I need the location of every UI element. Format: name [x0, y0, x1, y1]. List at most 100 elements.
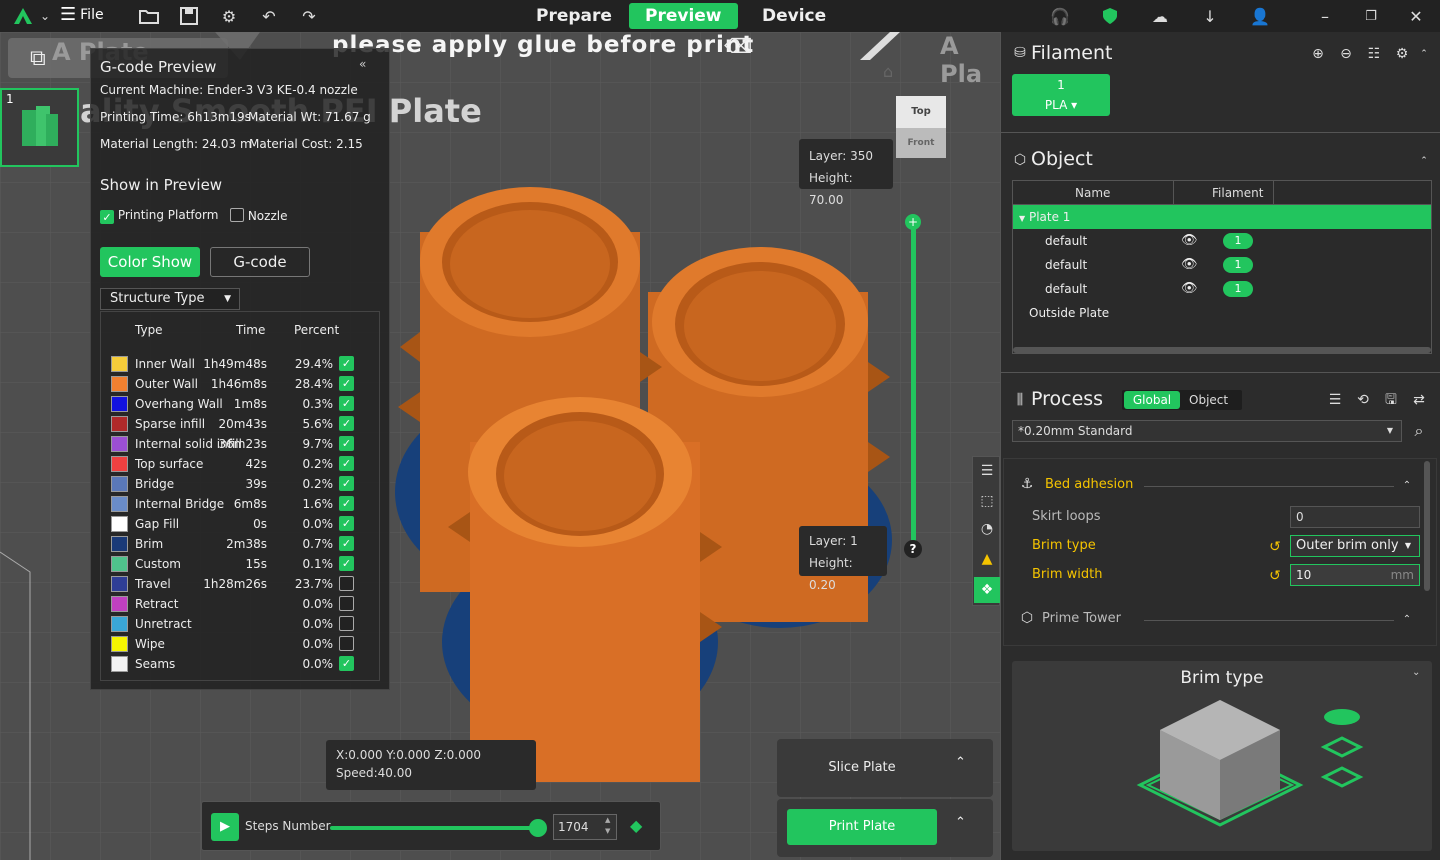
structure-type-select[interactable]: Structure Type ▼	[100, 288, 240, 310]
layers-stack-icon[interactable]: ◆	[630, 816, 642, 835]
nozzle-checkbox[interactable]	[230, 208, 244, 222]
steps-spinner-icon[interactable]: ▲ ▼	[605, 815, 610, 837]
legend-visibility-checkbox[interactable]	[339, 556, 354, 571]
legend-percent: 28.4%	[294, 377, 333, 391]
undo-icon[interactable]: ↶	[256, 3, 282, 29]
brim-width-input[interactable]: 10 mm	[1290, 564, 1420, 586]
save-preset-icon[interactable]: 🖫	[1382, 391, 1400, 409]
eye-icon[interactable]: 👁	[1181, 253, 1198, 277]
shield-icon[interactable]	[1097, 3, 1123, 29]
list-settings-icon[interactable]: ☰	[1326, 391, 1344, 409]
collapse-up-icon[interactable]: ⌃	[1398, 611, 1416, 629]
expand-icon[interactable]: ▼	[1019, 214, 1025, 223]
legend-visibility-checkbox[interactable]	[339, 576, 354, 591]
chevron-down-icon[interactable]: ⌄	[32, 3, 58, 29]
filament-slot-1[interactable]: 1 PLA ▾	[1012, 74, 1110, 116]
eye-icon[interactable]: 👁	[1181, 229, 1198, 253]
save-icon[interactable]	[176, 3, 202, 29]
legend-visibility-checkbox[interactable]	[339, 596, 354, 611]
tab-preview[interactable]: Preview	[629, 3, 738, 29]
search-icon[interactable]: ⌕	[1410, 422, 1428, 440]
print-plate-button[interactable]: Print Plate	[787, 809, 937, 845]
gear-icon[interactable]: ⚙	[216, 3, 242, 29]
object-row[interactable]: default 👁 1	[1013, 229, 1431, 253]
remove-icon[interactable]: ⊖	[1337, 45, 1355, 63]
legend-visibility-checkbox[interactable]	[339, 496, 354, 511]
reset-icon[interactable]: ↺	[1266, 567, 1284, 585]
gcode-button[interactable]: G-code	[210, 247, 310, 277]
color-show-button[interactable]: Color Show	[100, 247, 200, 277]
tab-prepare[interactable]: Prepare	[520, 3, 628, 29]
eye-icon[interactable]: 👁	[1181, 277, 1198, 301]
chevron-up-icon[interactable]: ⌃	[955, 755, 966, 770]
legend-visibility-checkbox[interactable]	[339, 416, 354, 431]
settings-scrollbar[interactable]	[1424, 461, 1430, 591]
expand-down-icon[interactable]: ⌄	[1412, 667, 1420, 678]
legend-visibility-checkbox[interactable]	[339, 356, 354, 371]
reset-icon[interactable]: ↺	[1266, 538, 1284, 556]
object-toggle[interactable]: Object	[1189, 391, 1228, 409]
compare-icon[interactable]: ⟲	[1354, 391, 1372, 409]
legend-visibility-checkbox[interactable]	[339, 636, 354, 651]
open-folder-icon[interactable]	[136, 3, 162, 29]
layers-icon[interactable]: ☰	[977, 463, 997, 483]
legend-visibility-checkbox[interactable]	[339, 616, 354, 631]
tab-device[interactable]: Device	[746, 3, 842, 29]
settings-icon[interactable]: ⚙	[1393, 45, 1411, 63]
nozzle-option[interactable]: Nozzle	[230, 208, 287, 223]
collapse-up-icon[interactable]: ⌃	[1398, 477, 1416, 495]
structure-view-icon[interactable]: ❖	[974, 577, 1000, 603]
add-icon[interactable]: ⊕	[1309, 45, 1327, 63]
close-icon[interactable]: ✕	[1403, 3, 1429, 29]
play-button[interactable]: ▶	[211, 813, 239, 841]
share-icon[interactable]: ⇄	[1410, 391, 1428, 409]
outside-plate-row[interactable]: Outside Plate	[1013, 301, 1431, 325]
bounding-box-icon[interactable]: ⬚	[977, 493, 997, 513]
redo-icon[interactable]: ↷	[296, 3, 322, 29]
printing-platform-option[interactable]: Printing Platform	[100, 208, 218, 224]
legend-visibility-checkbox[interactable]	[339, 536, 354, 551]
download-icon[interactable]: ↓	[1197, 3, 1223, 29]
legend-visibility-checkbox[interactable]	[339, 656, 354, 671]
slice-plate-button[interactable]: Slice Plate	[787, 751, 937, 785]
steps-slider-track[interactable]	[330, 826, 538, 830]
chevron-up-icon[interactable]: ⌃	[955, 815, 966, 830]
horizontal-scrollbar[interactable]	[1013, 347, 1431, 353]
collapse-up-icon[interactable]: ⌃	[1415, 152, 1433, 170]
cloud-upload-icon[interactable]: ☁	[1147, 3, 1173, 29]
cone-icon[interactable]: ▲	[977, 551, 997, 571]
steps-slider-handle[interactable]	[529, 819, 547, 837]
legend-visibility-checkbox[interactable]	[339, 396, 354, 411]
minimize-icon[interactable]: –	[1312, 3, 1338, 29]
legend-visibility-checkbox[interactable]	[339, 456, 354, 471]
file-menu[interactable]: ☰ File	[60, 5, 104, 25]
view-cube-top[interactable]: Top	[896, 96, 946, 128]
filament-badge[interactable]: 1	[1223, 281, 1253, 297]
object-row[interactable]: default 👁 1	[1013, 277, 1431, 301]
collapse-up-icon[interactable]: ⌃	[1415, 45, 1433, 63]
home-icon[interactable]: ⌂	[883, 62, 893, 81]
legend-visibility-checkbox[interactable]	[339, 436, 354, 451]
legend-visibility-checkbox[interactable]	[339, 516, 354, 531]
plate-stack-icon[interactable]: ⧉	[30, 46, 46, 71]
plate-thumbnail[interactable]: 1	[0, 88, 79, 167]
headset-icon[interactable]: 🎧	[1047, 3, 1073, 29]
global-toggle[interactable]: Global	[1124, 391, 1180, 409]
list-edit-icon[interactable]: ☷	[1365, 45, 1383, 63]
speedometer-icon[interactable]: ◔	[977, 521, 997, 541]
help-button[interactable]: ?	[904, 540, 922, 558]
printing-platform-checkbox[interactable]	[100, 210, 114, 224]
maximize-icon[interactable]: ❐	[1358, 3, 1384, 29]
legend-visibility-checkbox[interactable]	[339, 476, 354, 491]
view-cube-front[interactable]: Front	[896, 128, 946, 158]
user-icon[interactable]: 👤	[1247, 3, 1273, 29]
brim-type-select[interactable]: Outer brim only ▼	[1290, 535, 1420, 557]
legend-visibility-checkbox[interactable]	[339, 376, 354, 391]
filament-badge[interactable]: 1	[1223, 233, 1253, 249]
object-row[interactable]: default 👁 1	[1013, 253, 1431, 277]
preset-select[interactable]: *0.20mm Standard ▼	[1012, 420, 1402, 442]
filament-badge[interactable]: 1	[1223, 257, 1253, 273]
plate-row[interactable]: ▼ Plate 1	[1013, 205, 1431, 229]
collapse-icon[interactable]: «	[359, 57, 366, 71]
skirt-loops-input[interactable]: 0	[1290, 506, 1420, 528]
